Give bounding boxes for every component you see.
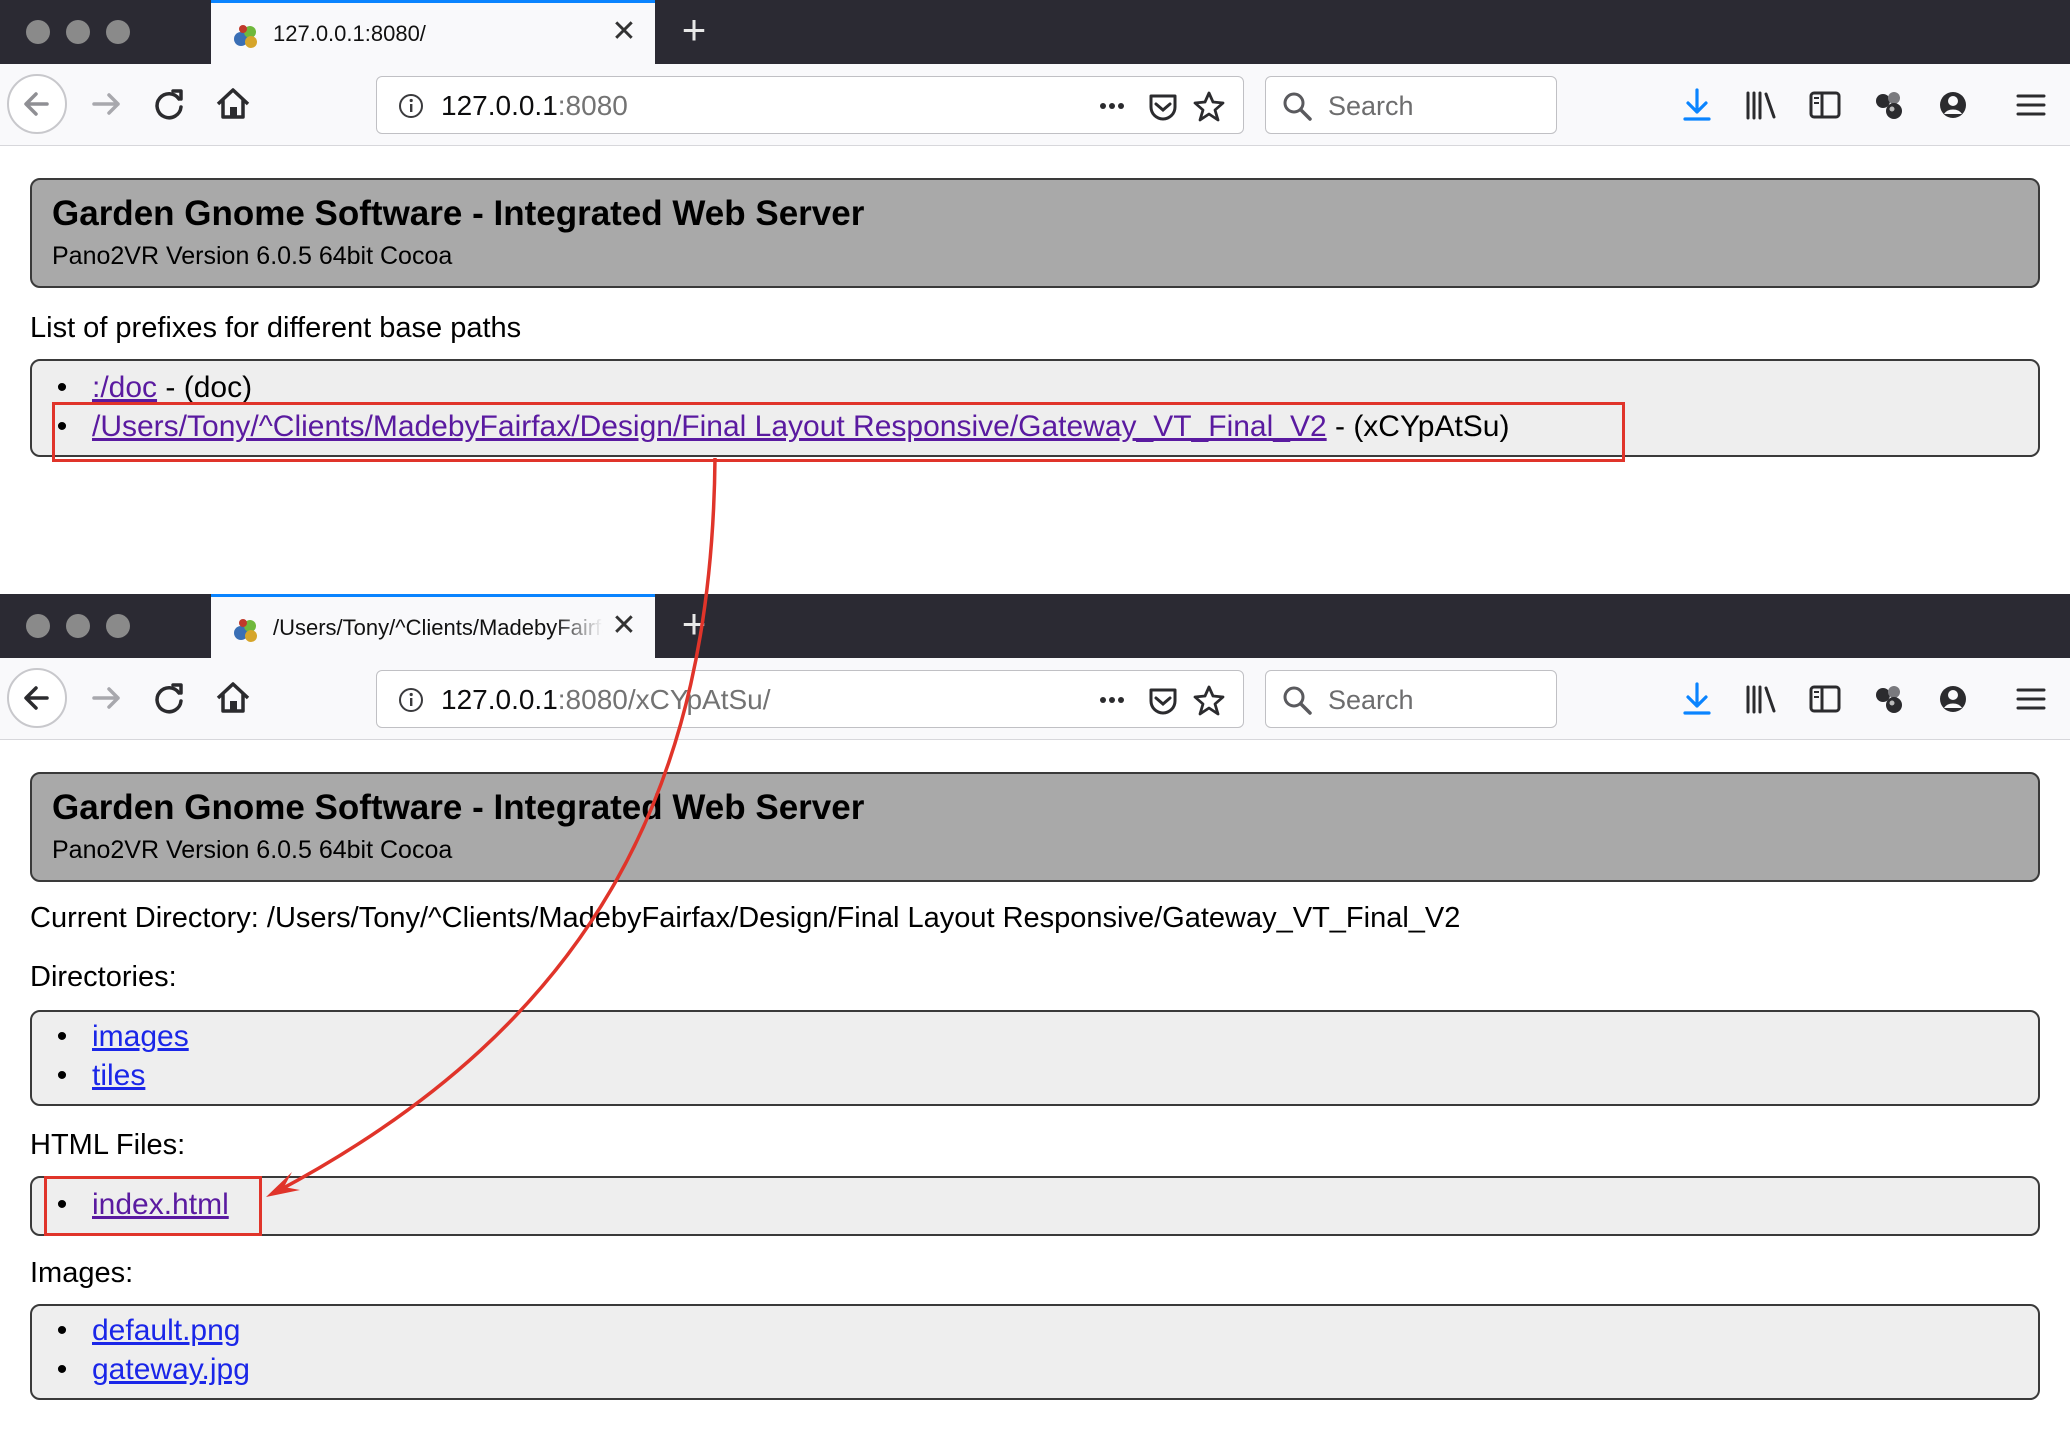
arrow-annotation-icon — [266, 457, 717, 1197]
